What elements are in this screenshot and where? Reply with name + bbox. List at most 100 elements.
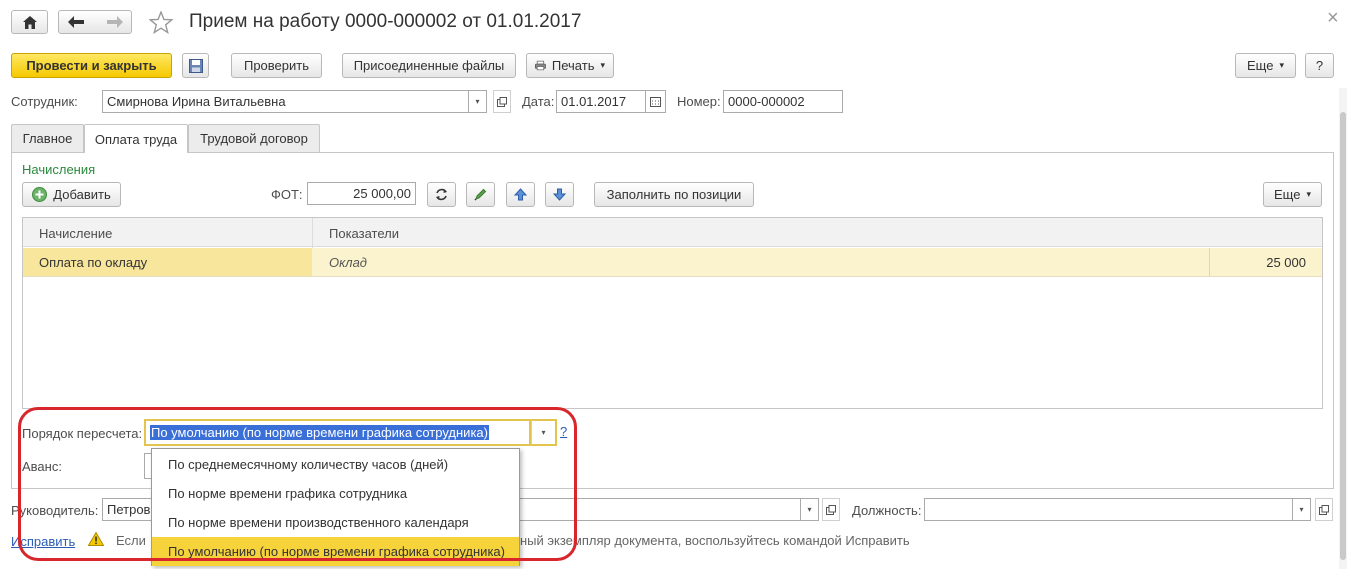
home-button[interactable]	[11, 10, 48, 34]
employee-label: Сотрудник:	[11, 94, 78, 109]
post-and-close-button[interactable]: Провести и закрыть	[11, 53, 172, 78]
manager-dropdown-button[interactable]: ▾	[801, 498, 819, 521]
table-more-button[interactable]: Еще ▾	[1263, 182, 1322, 207]
number-label: Номер:	[677, 94, 721, 109]
manager-open-button[interactable]	[822, 498, 840, 521]
recalc-value: По умолчанию (по норме времени графика с…	[150, 425, 489, 440]
table-cell-accrual: Оплата по окладу	[39, 255, 148, 270]
recalc-option-employee-schedule[interactable]: По норме времени графика сотрудника	[152, 479, 519, 508]
star-icon	[149, 11, 173, 34]
tab-payment[interactable]: Оплата труда	[84, 124, 188, 153]
refresh-icon	[436, 188, 447, 201]
save-button[interactable]	[182, 53, 209, 78]
attached-files-button[interactable]: Присоединенные файлы	[342, 53, 516, 78]
add-button[interactable]: Добавить	[22, 182, 121, 207]
employee-open-button[interactable]	[493, 90, 511, 113]
scrollbar-thumb[interactable]	[1340, 112, 1346, 560]
chevron-down-icon: ▾	[1279, 60, 1284, 70]
position-dropdown-button[interactable]: ▾	[1293, 498, 1311, 521]
floppy-disk-icon	[188, 58, 203, 73]
tab-main-label: Главное	[22, 131, 73, 146]
chevron-down-icon: ▾	[475, 97, 480, 106]
favorite-star[interactable]	[149, 11, 173, 34]
tab-contract-label: Трудовой договор	[200, 131, 308, 146]
recalc-dropdown-button[interactable]: ▾	[531, 419, 557, 446]
page-title: Прием на работу 0000-000002 от 01.01.201…	[189, 11, 582, 32]
nav-group	[58, 10, 132, 34]
add-label: Добавить	[53, 187, 111, 202]
close-button[interactable]: ×	[1327, 7, 1339, 30]
arrow-up-icon	[514, 188, 527, 201]
printer-icon	[535, 60, 546, 71]
fot-label: ФОТ:	[271, 187, 303, 202]
chevron-down-icon: ▾	[1299, 505, 1304, 514]
home-icon	[22, 15, 37, 29]
section-title: Начисления	[22, 162, 96, 177]
date-calendar-button[interactable]	[646, 90, 666, 113]
chevron-down-icon: ▾	[600, 60, 605, 70]
value-divider	[1209, 248, 1210, 276]
print-label: Печать	[551, 58, 595, 73]
position-label: Должность:	[852, 503, 922, 518]
attached-files-label: Присоединенные файлы	[353, 58, 505, 73]
calendar-icon	[650, 96, 661, 107]
table-more-label: Еще	[1274, 187, 1301, 202]
fix-link[interactable]: Исправить	[11, 534, 75, 549]
help-label: ?	[1315, 58, 1324, 73]
recalc-dropdown-list: По среднемесячному количеству часов (дне…	[151, 448, 520, 566]
table-row[interactable]: Оплата по окладу Оклад 25 000	[23, 248, 1322, 277]
check-label: Проверить	[243, 58, 309, 73]
warning-icon	[88, 532, 104, 546]
more-button[interactable]: Еще ▾	[1235, 53, 1296, 78]
tab-contract[interactable]: Трудовой договор	[188, 124, 320, 152]
help-button[interactable]: ?	[1305, 53, 1334, 78]
chevron-down-icon: ▾	[807, 505, 812, 514]
fill-by-position-button[interactable]: Заполнить по позиции	[594, 182, 754, 207]
date-label: Дата:	[522, 94, 555, 109]
arrow-right-icon	[106, 16, 123, 28]
manager-value: Петров	[107, 502, 151, 517]
edit-button[interactable]	[466, 182, 495, 207]
employee-field[interactable]: Смирнова Ирина Витальевна	[102, 90, 469, 113]
back-button[interactable]	[67, 16, 84, 28]
position-field[interactable]	[924, 498, 1293, 521]
more-label: Еще	[1247, 58, 1274, 73]
advance-label: Аванс:	[22, 459, 62, 474]
date-value: 01.01.2017	[561, 94, 627, 109]
print-button[interactable]: Печать ▾	[526, 53, 614, 78]
manager-label: Руководитель:	[11, 503, 99, 518]
recalc-option-default[interactable]: По умолчанию (по норме времени графика с…	[152, 537, 519, 566]
recalc-option-production-calendar[interactable]: По норме времени производственного кален…	[152, 508, 519, 537]
table-cell-value: 25 000	[1266, 255, 1306, 270]
employee-value: Смирнова Ирина Витальевна	[107, 94, 286, 109]
chevron-down-icon: ▾	[541, 428, 546, 437]
arrow-left-icon	[67, 16, 84, 28]
recalc-field[interactable]: По умолчанию (по норме времени графика с…	[144, 419, 531, 446]
plus-circle-icon	[32, 187, 48, 202]
column-header-indicators[interactable]: Показатели	[329, 219, 399, 247]
table-cell-indicator: Оклад	[329, 255, 367, 270]
table-header	[23, 218, 1322, 247]
move-up-button[interactable]	[506, 182, 535, 207]
recalc-help-link[interactable]: ?	[560, 424, 567, 439]
move-down-button[interactable]	[545, 182, 574, 207]
pencil-icon	[474, 188, 487, 201]
fill-by-position-label: Заполнить по позиции	[606, 187, 742, 202]
tab-main[interactable]: Главное	[11, 124, 84, 152]
open-icon	[1319, 504, 1329, 515]
position-open-button[interactable]	[1315, 498, 1333, 521]
recalc-option-average-hours[interactable]: По среднемесячному количеству часов (дне…	[152, 450, 519, 479]
date-field[interactable]: 01.01.2017	[556, 90, 646, 113]
tab-payment-label: Оплата труда	[94, 131, 178, 147]
check-button[interactable]: Проверить	[231, 53, 322, 78]
number-field[interactable]: 0000-000002	[723, 90, 843, 113]
post-and-close-label: Провести и закрыть	[26, 58, 157, 73]
employee-dropdown-button[interactable]: ▾	[469, 90, 487, 113]
number-value: 0000-000002	[728, 94, 805, 109]
forward-button[interactable]	[106, 16, 123, 28]
recalc-label: Порядок пересчета:	[22, 426, 143, 441]
refresh-button[interactable]	[427, 182, 456, 207]
arrow-down-icon	[553, 188, 566, 201]
column-header-accrual[interactable]: Начисление	[39, 219, 112, 247]
fot-field[interactable]: 25 000,00	[307, 182, 416, 205]
